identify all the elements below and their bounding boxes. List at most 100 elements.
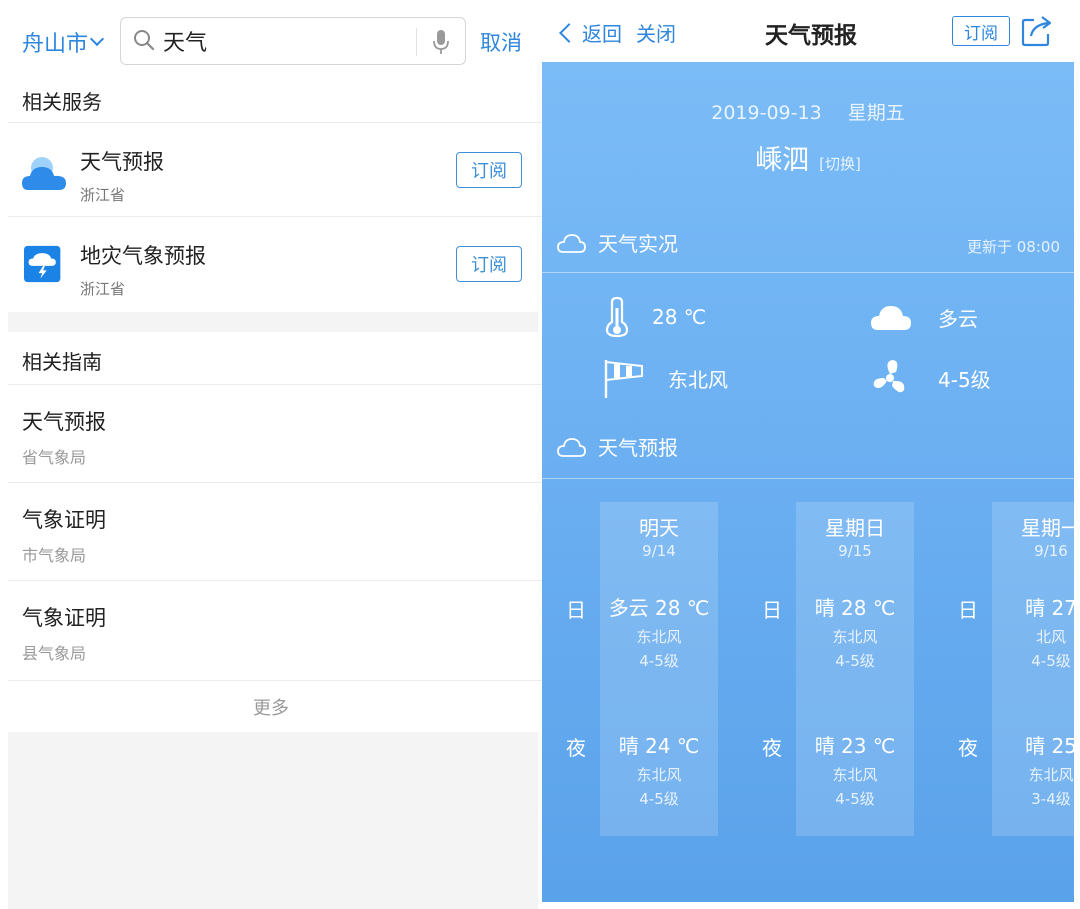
- services-section-title: 相关服务: [22, 90, 102, 114]
- guide-source: 县气象局: [22, 644, 87, 663]
- guide-source: 市气象局: [22, 546, 87, 565]
- guide-name: 天气预报: [22, 410, 106, 434]
- service-region: 浙江省: [80, 186, 126, 204]
- service-item-weather[interactable]: 天气预报 浙江省 订阅: [0, 122, 542, 216]
- forecast-header: 天气预报: [556, 432, 678, 461]
- service-item-disaster-weather[interactable]: 地灾气象预报 浙江省 订阅: [0, 216, 542, 310]
- day-weather: 晴 28 ℃: [814, 596, 896, 620]
- night-label: 夜: [958, 736, 978, 760]
- search-icon: [134, 30, 155, 51]
- search-results-panel: 舟山市 取消 相关服务 天气预报 浙江省 订阅: [0, 0, 542, 909]
- day-wind-level: 4-5级: [835, 652, 875, 670]
- chevron-down-icon: [89, 31, 105, 47]
- night-label: 夜: [762, 736, 782, 760]
- guide-item[interactable]: 气象证明 市气象局: [0, 482, 542, 580]
- more-button[interactable]: 更多: [0, 694, 542, 720]
- wind-direction-value: 东北风: [668, 367, 728, 392]
- service-name: 天气预报: [80, 150, 164, 174]
- night-wind: 东北风: [636, 766, 682, 784]
- day-label: 日: [566, 598, 586, 622]
- cancel-button[interactable]: 取消: [480, 27, 522, 57]
- forecast-day-name: 星期一: [1021, 516, 1074, 540]
- thermometer-icon: [605, 296, 629, 338]
- day-wind: 北风: [1035, 628, 1066, 646]
- night-wind-level: 3-4级: [1031, 790, 1071, 808]
- forecast-date: 9/14: [642, 542, 676, 560]
- nav-bar: 返回 关闭 天气预报 订阅: [542, 0, 1080, 62]
- weather-forecast-panel: 返回 关闭 天气预报 订阅 2019-09-13 星期五 嵊泗 [切换] 天气实况…: [542, 0, 1080, 909]
- night-weather: 晴 25: [1025, 734, 1074, 758]
- service-region: 浙江省: [80, 280, 126, 298]
- day-label: 日: [762, 598, 782, 622]
- day-wind-level: 4-5级: [639, 652, 679, 670]
- cloud-icon: [22, 157, 66, 190]
- night-label: 夜: [566, 736, 586, 760]
- night-wind-level: 4-5级: [639, 790, 679, 808]
- search-divider: [416, 28, 417, 56]
- wind-direction: 东北风: [602, 358, 728, 398]
- current-weather-title: 天气实况: [598, 232, 678, 256]
- forecast-day-name: 明天: [639, 516, 679, 540]
- day-wind: 东北风: [832, 628, 878, 646]
- location: 嵊泗 [切换]: [542, 138, 1074, 177]
- switch-location-button[interactable]: [切换]: [819, 155, 861, 173]
- cloud-outline-icon: [557, 437, 586, 457]
- night-wind: 东北风: [832, 766, 878, 784]
- guide-name: 气象证明: [22, 508, 106, 532]
- disaster-weather-icon: [24, 245, 61, 283]
- night-wind: 东北风: [1028, 766, 1074, 784]
- night-weather: 晴 23 ℃: [814, 734, 896, 758]
- service-name: 地灾气象预报: [80, 244, 206, 268]
- forecast-title: 天气预报: [598, 436, 678, 460]
- sky-condition: 多云: [870, 302, 978, 332]
- search-box[interactable]: [120, 17, 466, 65]
- section-gap: [8, 312, 538, 332]
- date-line: 2019-09-13 星期五: [542, 98, 1074, 125]
- forecast-date: 9/15: [838, 542, 872, 560]
- guides-section-title: 相关指南: [22, 350, 102, 374]
- city-label: 舟山市: [22, 32, 89, 57]
- current-weather-header: 天气实况: [556, 228, 678, 257]
- guide-source: 省气象局: [22, 448, 87, 467]
- empty-area: [8, 732, 538, 909]
- share-icon[interactable]: [1020, 14, 1054, 48]
- forecast-day-name: 星期日: [825, 516, 885, 540]
- city-selector[interactable]: 舟山市: [22, 26, 105, 58]
- forecast-day-column[interactable]: 明天 9/14 多云 28 ℃ 东北风 4-5级 晴 24 ℃ 东北风 4-5级: [600, 502, 718, 836]
- search-input[interactable]: [163, 24, 413, 58]
- subscribe-button[interactable]: 订阅: [456, 152, 522, 188]
- forecast-day-column[interactable]: 星期日 9/15 晴 28 ℃ 东北风 4-5级 晴 23 ℃ 东北风 4-5级: [796, 502, 914, 836]
- guide-item[interactable]: 天气预报 省气象局: [0, 384, 542, 482]
- search-bar: 舟山市 取消: [0, 0, 542, 78]
- cloud-outline-icon: [557, 233, 586, 253]
- day-wind: 东北风: [636, 628, 682, 646]
- temperature-value: 28 ℃: [652, 305, 707, 329]
- temperature-reading: 28 ℃: [604, 296, 706, 338]
- wind-level: 4-5级: [870, 358, 991, 398]
- subscribe-button[interactable]: 订阅: [456, 246, 522, 282]
- sky-value: 多云: [938, 306, 978, 331]
- day-weather: 多云 28 ℃: [608, 596, 710, 620]
- location-name: 嵊泗: [755, 145, 810, 176]
- day-label: 日: [958, 598, 978, 622]
- cloud-icon: [871, 306, 911, 330]
- update-time: 更新于 08:00: [967, 238, 1060, 256]
- subscribe-button[interactable]: 订阅: [952, 16, 1010, 46]
- weekday: 星期五: [847, 102, 905, 124]
- night-weather: 晴 24 ℃: [618, 734, 700, 758]
- wind-level-value: 4-5级: [938, 367, 991, 392]
- forecast-day-column[interactable]: 星期一 9/16 晴 27 北风 4-5级 晴 25 东北风 3-4级: [992, 502, 1074, 836]
- fan-icon: [873, 360, 905, 393]
- forecast-date: 9/16: [1034, 542, 1068, 560]
- divider: [542, 478, 1074, 479]
- night-wind-level: 4-5级: [835, 790, 875, 808]
- divider: [542, 272, 1074, 273]
- day-wind-level: 4-5级: [1031, 652, 1071, 670]
- windsock-icon: [604, 360, 643, 398]
- weather-card: 2019-09-13 星期五 嵊泗 [切换] 天气实况 更新于 08:00 28 …: [542, 62, 1074, 902]
- date: 2019-09-13: [711, 102, 822, 124]
- guide-name: 气象证明: [22, 606, 106, 630]
- day-weather: 晴 27: [1025, 596, 1074, 620]
- microphone-icon[interactable]: [431, 29, 451, 55]
- guide-item[interactable]: 气象证明 县气象局: [0, 580, 542, 678]
